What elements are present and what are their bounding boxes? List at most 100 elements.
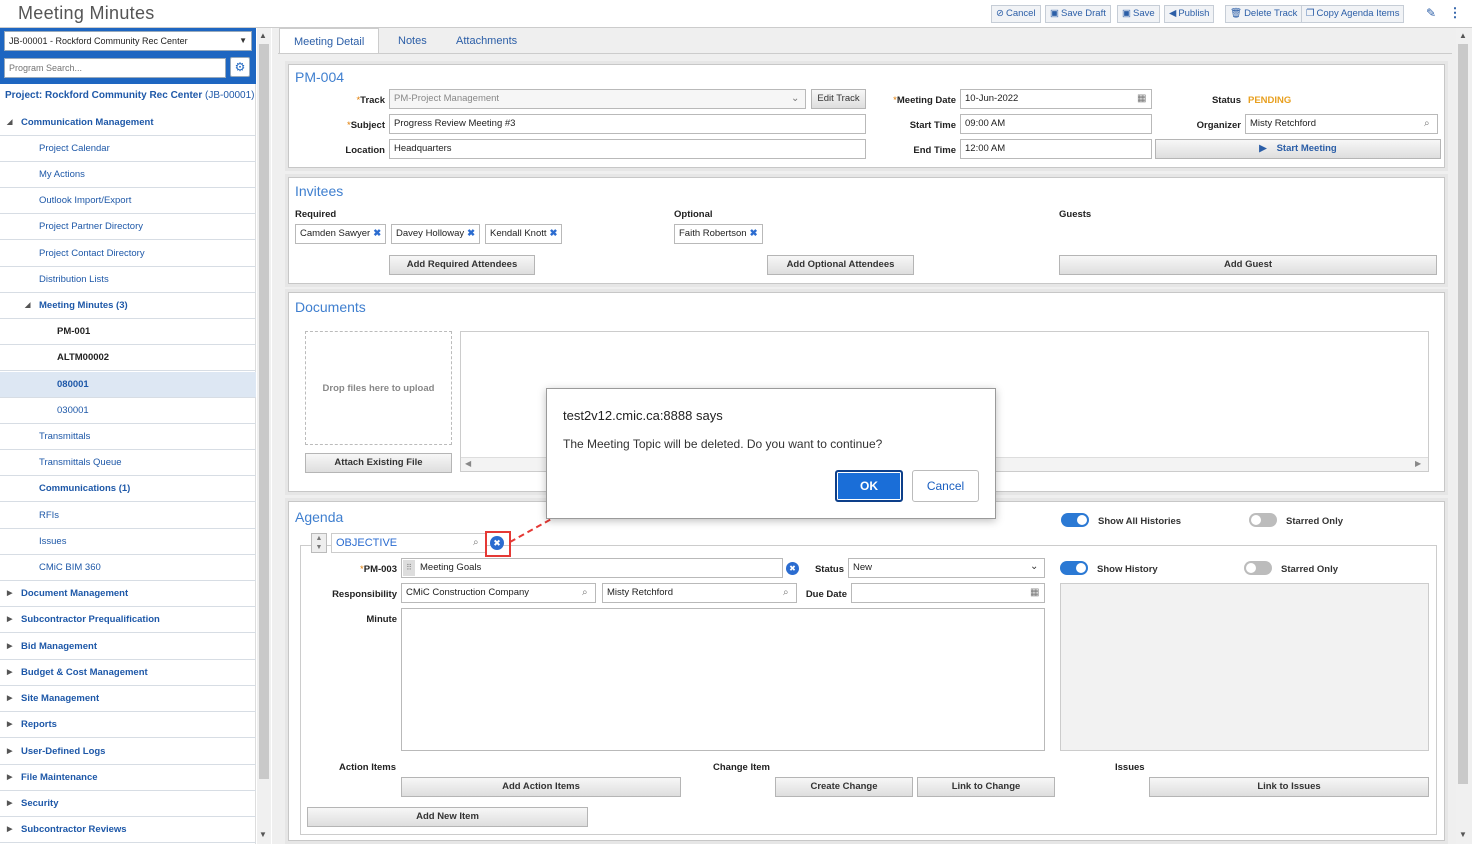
sidebar-item[interactable]: ▶ Site Management bbox=[0, 686, 256, 712]
delete-track-button[interactable]: 🗑 Delete Track bbox=[1225, 5, 1303, 23]
responsibility-person-field[interactable]: Misty Retchford bbox=[602, 583, 797, 603]
more-options-icon[interactable]: ⋮ bbox=[1448, 6, 1462, 20]
sidebar-item[interactable]: CMiC BIM 360 bbox=[0, 555, 256, 581]
item-status-select[interactable]: New bbox=[848, 558, 1045, 578]
sidebar-item[interactable]: 080001 bbox=[0, 372, 256, 398]
show-all-histories-toggle[interactable] bbox=[1061, 513, 1089, 527]
expand-icon[interactable]: ▶ bbox=[7, 581, 12, 607]
collapse-icon[interactable]: ◢ bbox=[7, 110, 12, 136]
required-attendee-chip[interactable]: Kendall Knott ✖ bbox=[485, 224, 563, 244]
scroll-up-icon[interactable]: ▲ bbox=[1459, 31, 1467, 40]
link-to-change-button[interactable]: Link to Change bbox=[917, 777, 1055, 797]
minute-textarea[interactable] bbox=[401, 608, 1045, 751]
organizer-field[interactable]: Misty Retchford bbox=[1245, 114, 1438, 134]
file-drop-zone[interactable]: Drop files here to upload bbox=[305, 331, 452, 445]
publish-button[interactable]: ◀ Publish bbox=[1164, 5, 1215, 23]
sidebar-item[interactable]: Transmittals bbox=[0, 424, 256, 450]
sidebar-item[interactable]: ▶ Subcontractor Prequalification bbox=[0, 607, 256, 633]
scroll-left-icon[interactable]: ◀ bbox=[465, 459, 471, 468]
scroll-up-icon[interactable]: ▲ bbox=[259, 31, 267, 40]
attach-existing-file-button[interactable]: Attach Existing File bbox=[305, 453, 452, 473]
sidebar-item[interactable]: ◢ Meeting Minutes (3) bbox=[0, 293, 256, 319]
scroll-right-icon[interactable]: ▶ bbox=[1415, 459, 1421, 468]
sidebar-item[interactable]: ▶ Document Management bbox=[0, 581, 256, 607]
add-new-item-button[interactable]: Add New Item bbox=[307, 807, 588, 827]
show-history-toggle[interactable] bbox=[1060, 561, 1088, 575]
sidebar-item[interactable]: Distribution Lists bbox=[0, 267, 256, 293]
expand-icon[interactable]: ▶ bbox=[7, 817, 12, 843]
agenda-topic-field[interactable]: OBJECTIVE bbox=[331, 533, 487, 553]
location-field[interactable]: Headquarters bbox=[389, 139, 866, 159]
sidebar-item[interactable]: ◢ Communication Management bbox=[0, 110, 256, 136]
expand-icon[interactable]: ▶ bbox=[7, 712, 12, 738]
search-icon[interactable]: ⌕ bbox=[582, 587, 588, 598]
start-time-field[interactable]: 09:00 AM bbox=[960, 114, 1152, 134]
sidebar-item[interactable]: RFIs bbox=[0, 503, 256, 529]
expand-icon[interactable]: ▶ bbox=[7, 739, 12, 765]
reorder-handle-icon[interactable]: ▲ ▼ bbox=[311, 533, 327, 553]
sidebar-item[interactable]: Project Calendar bbox=[0, 136, 256, 162]
sidebar-item[interactable]: Project Partner Directory bbox=[0, 214, 256, 240]
starred-only-toggle[interactable] bbox=[1249, 513, 1277, 527]
add-guest-button[interactable]: Add Guest bbox=[1059, 255, 1437, 275]
dialog-ok-button[interactable]: OK bbox=[835, 470, 903, 502]
sidebar-item[interactable]: My Actions bbox=[0, 162, 256, 188]
add-required-attendees-button[interactable]: Add Required Attendees bbox=[389, 255, 535, 275]
collapse-icon[interactable]: ◢ bbox=[25, 293, 30, 319]
sidebar-item[interactable]: ▶ User-Defined Logs bbox=[0, 739, 256, 765]
sidebar-scrollbar-thumb[interactable] bbox=[259, 44, 269, 779]
sidebar-item[interactable]: ▶ Bid Management bbox=[0, 634, 256, 660]
sidebar-item[interactable]: PM-001 bbox=[0, 319, 256, 345]
project-select[interactable]: JB-00001 - Rockford Community Rec Center… bbox=[4, 31, 252, 51]
save-button[interactable]: ▣ Save bbox=[1117, 5, 1160, 23]
sidebar-item[interactable]: Outlook Import/Export bbox=[0, 188, 256, 214]
tab-meeting-detail[interactable]: Meeting Detail bbox=[279, 28, 380, 54]
main-scrollbar-thumb[interactable] bbox=[1458, 44, 1468, 784]
scroll-down-icon[interactable]: ▼ bbox=[1459, 830, 1467, 839]
edit-track-button[interactable]: Edit Track bbox=[811, 89, 866, 109]
remove-icon[interactable]: ✖ bbox=[550, 228, 558, 239]
drag-handle-icon[interactable]: ⠿ bbox=[403, 560, 415, 576]
sidebar-item[interactable]: ALTM00002 bbox=[0, 345, 256, 371]
expand-icon[interactable]: ▶ bbox=[7, 634, 12, 660]
save-draft-button[interactable]: ▣ Save Draft bbox=[1045, 5, 1111, 23]
due-date-field[interactable] bbox=[851, 583, 1045, 603]
delete-item-icon[interactable]: ✖ bbox=[786, 562, 799, 575]
sidebar-item[interactable]: ▶ Reports bbox=[0, 712, 256, 738]
sidebar-item[interactable]: ▶ File Maintenance bbox=[0, 765, 256, 791]
end-time-field[interactable]: 12:00 AM bbox=[960, 139, 1152, 159]
program-search-input[interactable] bbox=[4, 58, 226, 78]
expand-icon[interactable]: ▶ bbox=[7, 765, 12, 791]
cancel-button[interactable]: ⊘ Cancel bbox=[991, 5, 1041, 23]
optional-attendee-chip[interactable]: Faith Robertson ✖ bbox=[674, 224, 763, 244]
add-optional-attendees-button[interactable]: Add Optional Attendees bbox=[767, 255, 914, 275]
expand-icon[interactable]: ▶ bbox=[7, 791, 12, 817]
search-icon[interactable]: ⌕ bbox=[1424, 118, 1430, 129]
meeting-date-field[interactable]: 10-Jun-2022 bbox=[960, 89, 1152, 109]
remove-icon[interactable]: ✖ bbox=[467, 228, 475, 239]
gear-icon[interactable]: ⚙ bbox=[230, 57, 250, 77]
responsibility-company-field[interactable]: CMiC Construction Company bbox=[401, 583, 596, 603]
search-icon[interactable]: ⌕ bbox=[473, 537, 479, 548]
sidebar-item[interactable]: Transmittals Queue bbox=[0, 450, 256, 476]
calendar-icon[interactable]: ▦ bbox=[1030, 587, 1039, 598]
subject-field[interactable]: Progress Review Meeting #3 bbox=[389, 114, 866, 134]
sidebar-item[interactable]: ▶ Subcontractor Reviews bbox=[0, 817, 256, 843]
edit-icon[interactable]: ✎ bbox=[1424, 6, 1438, 20]
sidebar-item[interactable]: Project Contact Directory bbox=[0, 241, 256, 267]
start-meeting-button[interactable]: ▶ Start Meeting bbox=[1155, 139, 1441, 159]
search-icon[interactable]: ⌕ bbox=[783, 587, 789, 598]
expand-icon[interactable]: ▶ bbox=[7, 660, 12, 686]
remove-icon[interactable]: ✖ bbox=[750, 228, 758, 239]
track-field[interactable]: PM-Project Management bbox=[389, 89, 806, 109]
link-to-issues-button[interactable]: Link to Issues bbox=[1149, 777, 1429, 797]
scroll-down-icon[interactable]: ▼ bbox=[259, 830, 267, 839]
sidebar-item[interactable]: ▶ Budget & Cost Management bbox=[0, 660, 256, 686]
dialog-cancel-button[interactable]: Cancel bbox=[912, 470, 979, 502]
remove-icon[interactable]: ✖ bbox=[373, 228, 381, 239]
tab-attachments[interactable]: Attachments bbox=[442, 28, 531, 54]
calendar-icon[interactable]: ▦ bbox=[1137, 93, 1146, 104]
expand-icon[interactable]: ▶ bbox=[7, 607, 12, 633]
create-change-button[interactable]: Create Change bbox=[775, 777, 913, 797]
tab-notes[interactable]: Notes bbox=[384, 28, 441, 54]
